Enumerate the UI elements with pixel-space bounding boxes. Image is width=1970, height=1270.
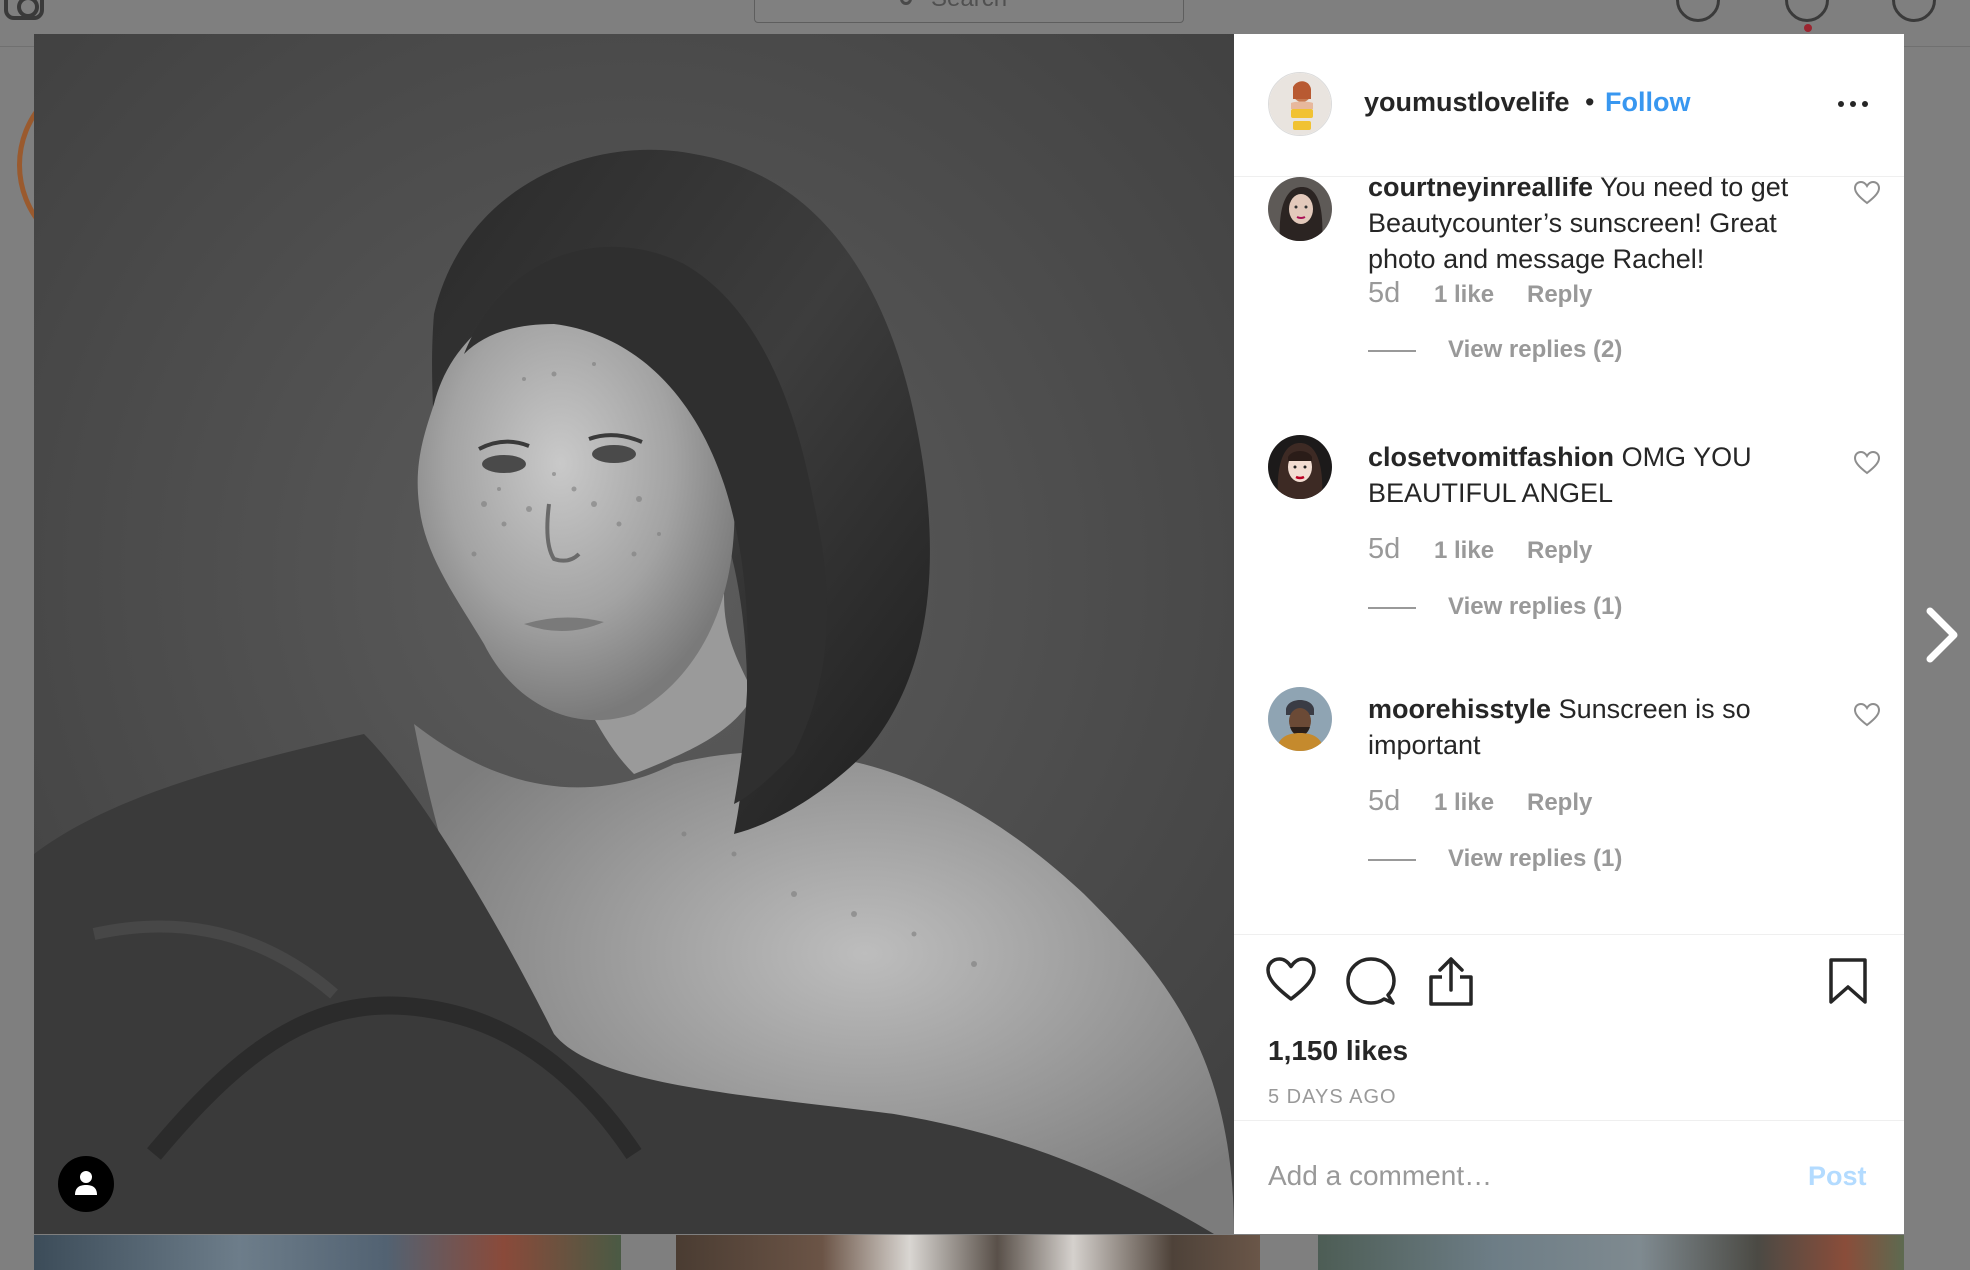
comment-bubble-icon[interactable]	[1346, 957, 1396, 1005]
next-post-chevron-icon[interactable]	[1920, 605, 1964, 665]
notification-dot	[1804, 24, 1812, 32]
user-tag-icon	[75, 1171, 97, 1195]
save-bookmark-icon[interactable]	[1828, 957, 1868, 1005]
comment-username[interactable]: moorehisstyle	[1368, 694, 1551, 724]
instagram-logo-icon[interactable]	[4, 0, 44, 20]
comment-username[interactable]: closetvomitfashion	[1368, 442, 1614, 472]
search-bar[interactable]: Search	[754, 0, 1184, 23]
separator-dot: •	[1585, 87, 1595, 117]
heart-icon[interactable]	[1785, 0, 1829, 22]
comment-like-count[interactable]: 1 like	[1434, 281, 1494, 309]
comment-like-heart-icon[interactable]	[1854, 181, 1880, 205]
more-options-icon[interactable]	[1838, 101, 1870, 109]
post-photo[interactable]	[34, 34, 1234, 1234]
view-replies-label: View replies (1)	[1448, 845, 1623, 872]
post-actions: 1,150 likes 5 DAYS AGO	[1234, 934, 1904, 1121]
comment-like-heart-icon[interactable]	[1854, 703, 1880, 727]
comment-meta: 5d 1 like Reply	[1368, 533, 1592, 566]
comment-time: 5d	[1368, 533, 1401, 565]
commenter-avatar[interactable]	[1268, 687, 1332, 751]
view-replies-label: View replies (2)	[1448, 336, 1623, 363]
user-tag-button[interactable]	[58, 1156, 114, 1212]
author-username[interactable]: youmustlovelife	[1364, 87, 1570, 118]
grid-thumbnail[interactable]	[676, 1235, 1260, 1270]
comment-meta: 5d 1 like Reply	[1368, 277, 1592, 310]
share-icon[interactable]	[1428, 957, 1474, 1007]
view-replies-label: View replies (1)	[1448, 593, 1623, 620]
comment-meta: 5d 1 like Reply	[1368, 785, 1592, 818]
comment-time: 5d	[1368, 277, 1401, 309]
comment-like-count[interactable]: 1 like	[1434, 789, 1494, 817]
post-comment-button[interactable]: Post	[1808, 1161, 1867, 1192]
comment-text: closetvomitfashion OMG YOU BEAUTIFUL ANG…	[1368, 439, 1838, 511]
commenter-avatar[interactable]	[1268, 435, 1332, 499]
portrait-photo	[34, 34, 1234, 1234]
post-header: youmustlovelife • Follow	[1234, 34, 1904, 177]
comment-time: 5d	[1368, 785, 1401, 817]
grid-thumbnail[interactable]	[34, 1235, 621, 1270]
view-replies-line	[1368, 607, 1416, 609]
comment-like-count[interactable]: 1 like	[1434, 537, 1494, 565]
post-details-panel: youmustlovelife • Follow courtneyinreall…	[1234, 34, 1904, 1234]
comment-username[interactable]: courtneyinreallife	[1368, 177, 1593, 202]
comment-text: courtneyinreallife You need to get Beaut…	[1368, 177, 1838, 277]
view-replies-line	[1368, 350, 1416, 352]
comment-text: moorehisstyle Sunscreen is so important	[1368, 691, 1838, 763]
commenter-avatar[interactable]	[1268, 177, 1332, 241]
like-heart-icon[interactable]	[1266, 957, 1316, 1003]
follow-button[interactable]: Follow	[1605, 87, 1690, 118]
comment-reply-button[interactable]: Reply	[1527, 789, 1592, 817]
add-comment-input[interactable]	[1268, 1151, 1788, 1201]
view-replies-line	[1368, 859, 1416, 861]
comment-reply-button[interactable]: Reply	[1527, 281, 1592, 309]
grid-thumbnail[interactable]	[1318, 1235, 1904, 1270]
comment-reply-button[interactable]: Reply	[1527, 537, 1592, 565]
search-placeholder: Search	[931, 0, 1007, 13]
compass-icon[interactable]	[1676, 0, 1720, 22]
add-comment-form: Post	[1234, 1121, 1904, 1234]
post-timestamp: 5 DAYS AGO	[1268, 1086, 1397, 1108]
likes-count[interactable]: 1,150 likes	[1268, 1035, 1408, 1067]
profile-icon[interactable]	[1892, 0, 1936, 22]
author-avatar[interactable]	[1268, 72, 1332, 136]
comment-like-heart-icon[interactable]	[1854, 451, 1880, 475]
comments-list[interactable]: courtneyinreallife You need to get Beaut…	[1234, 177, 1904, 934]
search-icon	[900, 0, 912, 5]
